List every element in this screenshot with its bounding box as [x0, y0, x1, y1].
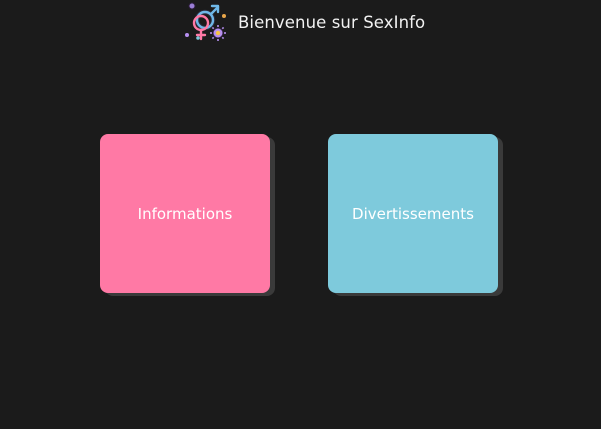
divertissements-card-label: Divertissements [352, 204, 474, 223]
page-title: Bienvenue sur SexInfo [238, 12, 426, 32]
app-header: Bienvenue sur SexInfo [184, 0, 425, 44]
informations-card-button[interactable]: Informations [100, 134, 270, 293]
gender-symbols-logo-icon [185, 2, 226, 41]
informations-card-label: Informations [137, 204, 233, 223]
divertissements-card-button[interactable]: Divertissements [328, 134, 498, 293]
